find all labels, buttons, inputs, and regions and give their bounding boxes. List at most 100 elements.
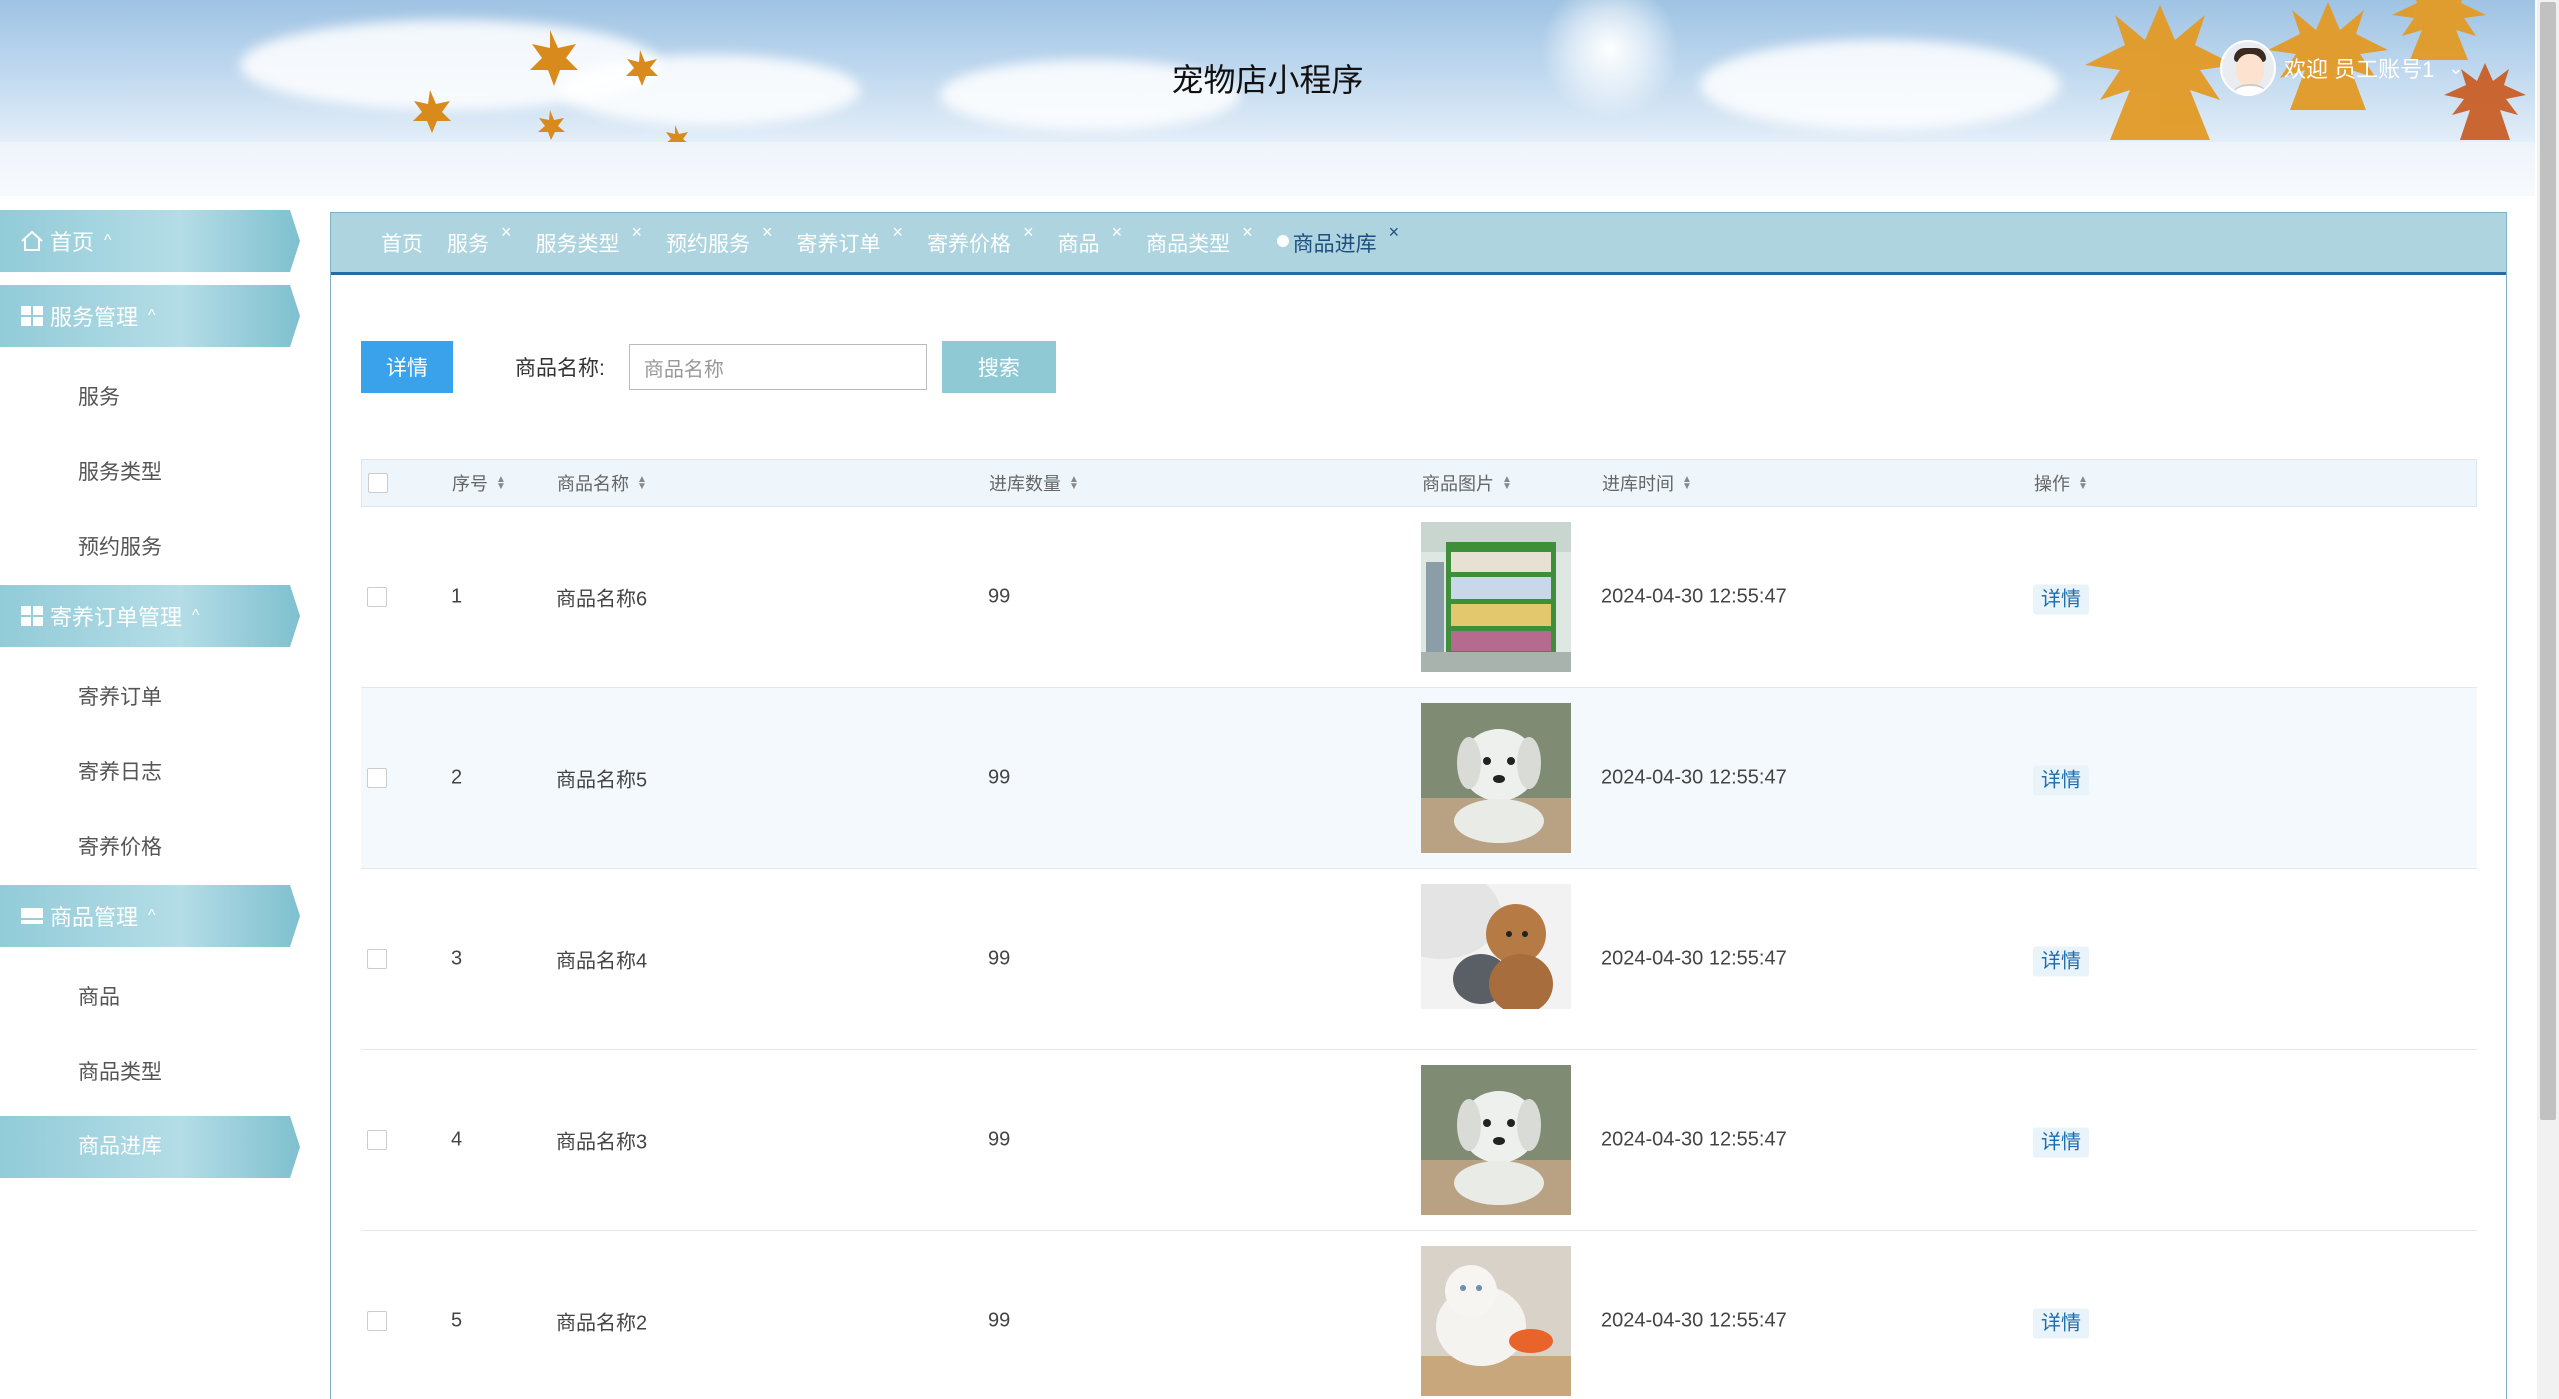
sort-icon[interactable]: ▲ ▼ xyxy=(1069,475,1079,492)
tab-boarding-price[interactable]: 寄养价格 × xyxy=(927,222,1034,258)
row-qty: 99 xyxy=(988,766,1011,789)
sidebar-item-goods[interactable]: 商品 xyxy=(0,960,300,1035)
sidebar-group-goods[interactable]: 商品管理 ^ xyxy=(0,885,300,947)
chevron-up-icon: ^ xyxy=(148,907,156,924)
avatar xyxy=(2220,40,2276,96)
search-label: 商品名称: xyxy=(515,357,605,380)
select-all-checkbox[interactable] xyxy=(368,473,388,493)
tab-service[interactable]: 服务 × xyxy=(447,222,512,258)
sidebar-item-booking[interactable]: 预约服务 xyxy=(0,510,300,585)
close-icon[interactable]: × xyxy=(501,222,512,243)
chevron-up-icon: ^ xyxy=(192,607,200,624)
row-time: 2024-04-30 12:55:47 xyxy=(1601,766,1787,789)
sidebar-group-boarding[interactable]: 寄养订单管理 ^ xyxy=(0,585,300,647)
user-menu[interactable]: 欢迎 员工账号1 ⌄ xyxy=(2220,38,2463,98)
row-checkbox[interactable] xyxy=(367,587,387,607)
tab-service-type[interactable]: 服务类型 × xyxy=(536,222,643,258)
product-image[interactable] xyxy=(1421,884,1571,1034)
sort-icon[interactable]: ▲ ▼ xyxy=(2078,475,2088,492)
row-detail-button[interactable]: 详情 xyxy=(2033,1308,2089,1339)
tab-goods-stock[interactable]: 商品进库 × xyxy=(1276,222,1399,258)
toolbar: 详情 商品名称: 商品名称 搜索 xyxy=(361,341,1056,393)
sort-icon[interactable]: ▲ ▼ xyxy=(1682,475,1692,492)
row-checkbox[interactable] xyxy=(367,949,387,969)
sidebar-group-label: 服务管理 xyxy=(50,305,139,330)
detail-button[interactable]: 详情 xyxy=(361,341,453,393)
table-row: 1 商品名称6 99 2024-04-30 12:55:47 详情 xyxy=(361,507,2477,688)
row-checkbox[interactable] xyxy=(367,1130,387,1150)
tab-boarding-order[interactable]: 寄养订单 × xyxy=(797,222,904,258)
sort-icon[interactable]: ▲ ▼ xyxy=(637,475,647,492)
column-header-name[interactable]: 商品名称 ▲ ▼ xyxy=(557,470,647,496)
close-icon[interactable]: × xyxy=(762,222,773,243)
sidebar-group-service[interactable]: 服务管理 ^ xyxy=(0,285,300,347)
product-image[interactable] xyxy=(1421,1246,1571,1396)
row-checkbox[interactable] xyxy=(367,768,387,788)
row-qty: 99 xyxy=(988,1309,1011,1332)
sidebar-item-service[interactable]: 服务 xyxy=(0,360,300,435)
main-panel: 首页 服务 × 服务类型 × 预约服务 × 寄养订单 × 寄养价格 × 商品 × 商品类型 ×… xyxy=(330,212,2507,1399)
row-detail-button[interactable]: 详情 xyxy=(2033,1127,2089,1158)
close-icon[interactable]: × xyxy=(1242,222,1253,243)
row-index: 1 xyxy=(451,585,463,608)
row-detail-button[interactable]: 详情 xyxy=(2033,765,2089,796)
close-icon[interactable]: × xyxy=(1389,222,1400,243)
chevron-up-icon: ^ xyxy=(104,232,112,249)
row-qty: 99 xyxy=(988,585,1011,608)
row-detail-button[interactable]: 详情 xyxy=(2033,584,2089,615)
grid-icon xyxy=(21,606,43,626)
row-checkbox[interactable] xyxy=(367,1311,387,1331)
product-image[interactable] xyxy=(1421,1065,1571,1215)
search-button[interactable]: 搜索 xyxy=(941,341,1056,393)
row-time: 2024-04-30 12:55:47 xyxy=(1601,1309,1787,1332)
sidebar-item-goods-type[interactable]: 商品类型 xyxy=(0,1035,300,1110)
sidebar-item-boarding-order[interactable]: 寄养订单 xyxy=(0,660,300,735)
column-header-qty[interactable]: 进库数量 ▲ ▼ xyxy=(989,470,1079,496)
sidebar-item-service-type[interactable]: 服务类型 xyxy=(0,435,300,510)
welcome-text: 欢迎 员工账号1 xyxy=(2284,57,2435,82)
tab-goods[interactable]: 商品 × xyxy=(1058,222,1123,258)
row-name: 商品名称2 xyxy=(556,1312,648,1335)
row-time: 2024-04-30 12:55:47 xyxy=(1601,1128,1787,1151)
row-index: 3 xyxy=(451,947,463,970)
sidebar: 首页 ^ 服务管理 ^ 服务 服务类型 预约服务 寄养订单管理 ^ 寄养订单 寄… xyxy=(0,210,300,1185)
column-header-time[interactable]: 进库时间 ▲ ▼ xyxy=(1602,470,1692,496)
sidebar-item-goods-stock[interactable]: 商品进库 xyxy=(0,1116,300,1178)
chevron-down-icon[interactable]: ⌄ xyxy=(2448,58,2463,79)
row-detail-button[interactable]: 详情 xyxy=(2033,946,2089,977)
close-icon[interactable]: × xyxy=(893,222,904,243)
product-image[interactable] xyxy=(1421,522,1571,672)
sidebar-group-home[interactable]: 首页 ^ xyxy=(0,210,300,272)
tab-booking[interactable]: 预约服务 × xyxy=(666,222,773,258)
tab-goods-type[interactable]: 商品类型 × xyxy=(1146,222,1253,258)
product-image[interactable] xyxy=(1421,703,1571,853)
row-index: 2 xyxy=(451,766,463,789)
sort-icon[interactable]: ▲ ▼ xyxy=(1502,475,1512,492)
list-icon xyxy=(21,908,43,924)
column-header-image[interactable]: 商品图片 ▲ ▼ xyxy=(1422,470,1512,496)
tab-bar: 首页 服务 × 服务类型 × 预约服务 × 寄养订单 × 寄养价格 × 商品 × 商品类型 ×… xyxy=(331,213,2506,275)
row-name: 商品名称4 xyxy=(556,950,648,973)
home-icon xyxy=(21,230,43,251)
sub-header-bar xyxy=(0,142,2535,196)
table-row: 2 商品名称5 99 2024-04-30 12:55:47 详情 xyxy=(361,688,2477,869)
column-header-index[interactable]: 序号 ▲ ▼ xyxy=(452,470,506,496)
app-title: 宠物店小程序 xyxy=(1171,62,1364,98)
row-time: 2024-04-30 12:55:47 xyxy=(1601,585,1787,608)
close-icon[interactable]: × xyxy=(632,222,643,243)
close-icon[interactable]: × xyxy=(1023,222,1034,243)
close-icon[interactable]: × xyxy=(1112,222,1123,243)
column-header-action[interactable]: 操作 ▲ ▼ xyxy=(2034,470,2088,496)
sidebar-item-boarding-price[interactable]: 寄养价格 xyxy=(0,810,300,885)
sidebar-item-boarding-log[interactable]: 寄养日志 xyxy=(0,735,300,810)
scrollbar-thumb[interactable] xyxy=(2540,2,2556,1120)
tab-home[interactable]: 首页 xyxy=(381,228,423,258)
search-input[interactable]: 商品名称 xyxy=(628,344,927,390)
table-row: 4 商品名称3 99 2024-04-30 12:55:47 详情 xyxy=(361,1050,2477,1231)
row-name: 商品名称3 xyxy=(556,1131,648,1154)
app-header: 宠物店小程序 欢迎 员工账号1 ⌄ xyxy=(0,0,2535,142)
page-scrollbar[interactable] xyxy=(2537,0,2559,1399)
table-header: 序号 ▲ ▼ 商品名称 ▲ ▼ 进库数量 ▲ ▼ 商品图片 ▲ ▼ 进库时间 ▲ ▼ 操作 ▲ ▼ xyxy=(361,459,2477,507)
sort-icon[interactable]: ▲ ▼ xyxy=(496,475,506,492)
sidebar-group-label: 寄养订单管理 xyxy=(50,605,183,630)
